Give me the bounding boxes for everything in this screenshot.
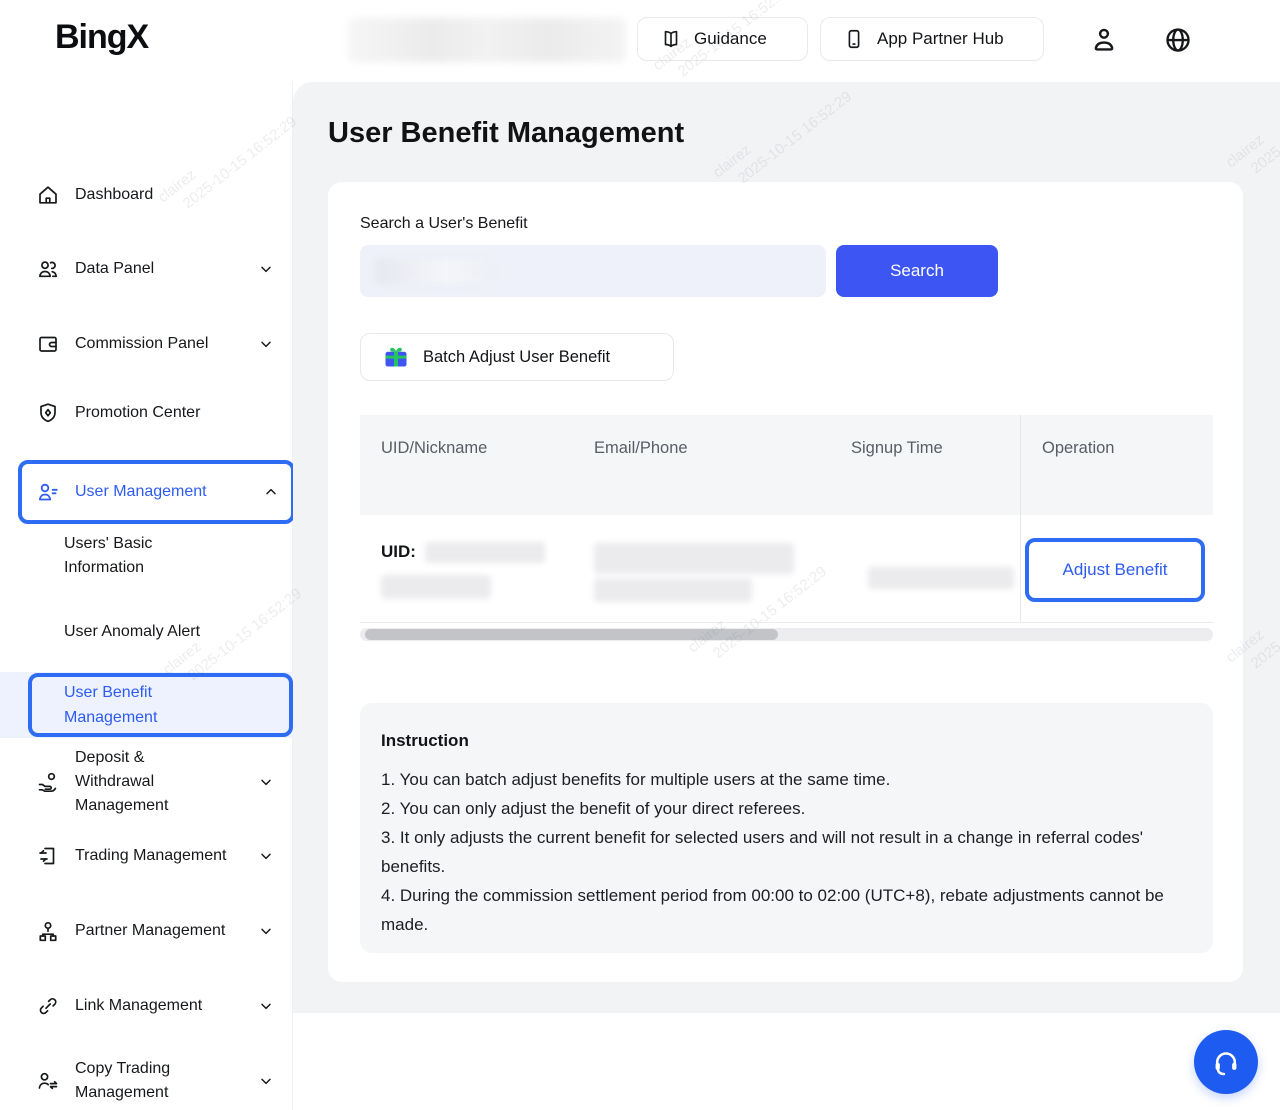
batch-adjust-button[interactable]: Batch Adjust User Benefit [360, 333, 674, 381]
instruction-item: 3. It only adjusts the current benefit f… [381, 823, 1173, 881]
benefit-card: Search a User's Benefit Search Batch Adj… [328, 182, 1243, 982]
sidebar-item-partner-management[interactable]: Partner Management [36, 919, 274, 943]
batch-adjust-label: Batch Adjust User Benefit [423, 348, 610, 367]
sidebar-subitem-user-benefit-management[interactable]: User Benefit Management [28, 673, 293, 737]
account-button[interactable] [1088, 24, 1120, 56]
chevron-down-icon [258, 774, 274, 790]
instruction-title: Instruction [381, 731, 1173, 751]
sidebar-subitem-label: User Anomaly Alert [64, 623, 200, 640]
sidebar-item-data-panel[interactable]: Data Panel [36, 257, 274, 281]
globe-icon [1163, 25, 1193, 55]
sidebar-item-label: Data Panel [75, 257, 243, 281]
user-swap-icon [36, 1069, 60, 1093]
instruction-panel: Instruction 1. You can batch adjust bene… [360, 703, 1213, 953]
users-icon [36, 257, 60, 281]
sidebar-item-commission-panel[interactable]: Commission Panel [36, 332, 274, 356]
redacted-email [594, 543, 794, 574]
sidebar-subitem-label: User Benefit Management [64, 680, 224, 730]
column-operation: Operation [1042, 439, 1114, 458]
sidebar-item-label: User Management [75, 483, 207, 501]
headset-icon [1210, 1046, 1242, 1078]
wallet-icon [36, 332, 60, 356]
scrollbar-thumb[interactable] [365, 629, 778, 640]
redacted-phone [594, 578, 752, 602]
sidebar-item-label: Promotion Center [75, 401, 274, 425]
instruction-item: 4. During the commission settlement peri… [381, 881, 1173, 939]
book-icon [660, 28, 682, 50]
link-icon [36, 994, 60, 1018]
column-email-phone: Email/Phone [594, 439, 688, 458]
app-partner-hub-button[interactable]: App Partner Hub [820, 17, 1044, 61]
chevron-down-icon [258, 1073, 274, 1089]
sidebar-item-user-management[interactable]: User Management [18, 460, 295, 524]
support-button[interactable] [1194, 1030, 1258, 1094]
language-button[interactable] [1162, 24, 1194, 56]
redacted-uid [425, 542, 545, 563]
chevron-up-icon [263, 484, 279, 500]
column-signup-time: Signup Time [851, 439, 943, 458]
table-row: UID: Adjust Benefit [360, 515, 1213, 622]
uid-prefix: UID: [381, 542, 416, 562]
sidebar-item-dashboard[interactable]: Dashboard [36, 183, 274, 207]
adjust-benefit-button[interactable]: Adjust Benefit [1025, 538, 1205, 602]
sidebar-item-trading-management[interactable]: Trading Management [36, 844, 274, 868]
page-title: User Benefit Management [328, 117, 684, 150]
row-divider [360, 622, 1213, 623]
home-icon [36, 183, 60, 207]
redacted-signup-time [868, 567, 1014, 589]
guidance-label: Guidance [694, 29, 767, 49]
sidebar-item-deposit-withdrawal[interactable]: Deposit & Withdrawal Management [36, 746, 274, 818]
guidance-button[interactable]: Guidance [637, 17, 808, 61]
hand-coin-icon [36, 770, 60, 794]
chevron-down-icon [258, 923, 274, 939]
instruction-item: 1. You can batch adjust benefits for mul… [381, 765, 1173, 794]
redacted-account-info [348, 18, 625, 62]
org-chart-icon [36, 919, 60, 943]
redacted-input-value [375, 259, 493, 284]
chevron-down-icon [258, 261, 274, 277]
sidebar-subitem-user-anomaly-alert[interactable]: User Anomaly Alert [64, 620, 200, 644]
shield-diamond-icon [36, 401, 60, 425]
instruction-item: 2. You can only adjust the benefit of yo… [381, 794, 1173, 823]
chevron-down-icon [258, 336, 274, 352]
operation-column-divider [1020, 415, 1021, 622]
sidebar-item-copy-trading[interactable]: Copy Trading Management [36, 1057, 274, 1105]
person-icon [1089, 25, 1119, 55]
sidebar-item-label: Trading Management [75, 844, 227, 868]
app-partner-hub-label: App Partner Hub [877, 29, 1004, 49]
sidebar-item-label: Deposit & Withdrawal Management [75, 746, 227, 818]
search-input[interactable] [360, 245, 826, 297]
mobile-phone-icon [843, 28, 865, 50]
redacted-nickname [381, 575, 491, 599]
horizontal-scrollbar[interactable] [360, 628, 1213, 641]
sidebar-item-label: Dashboard [75, 183, 274, 207]
sidebar-item-label: Copy Trading Management [75, 1057, 227, 1105]
column-uid-nickname: UID/Nickname [381, 439, 487, 458]
sidebar-item-label: Partner Management [75, 919, 227, 943]
search-section-label: Search a User's Benefit [360, 215, 528, 233]
search-button[interactable]: Search [836, 245, 998, 297]
trade-doc-icon [36, 844, 60, 868]
sidebar-item-link-management[interactable]: Link Management [36, 994, 274, 1018]
chevron-down-icon [258, 848, 274, 864]
bingx-logo: BingX [55, 18, 148, 57]
sidebar-item-label: Link Management [75, 994, 243, 1018]
sidebar-item-label: Commission Panel [75, 332, 243, 356]
table-header: UID/Nickname Email/Phone Signup Time Ope… [360, 415, 1213, 515]
chevron-down-icon [258, 998, 274, 1014]
sidebar-subitem-label: Users' Basic Information [64, 535, 152, 576]
sidebar: Dashboard Data Panel Commission Panel [0, 82, 293, 1110]
gift-icon [383, 344, 409, 370]
sidebar-item-promotion-center[interactable]: Promotion Center [36, 401, 274, 425]
adjust-benefit-label: Adjust Benefit [1063, 560, 1168, 580]
user-list-icon [36, 480, 60, 504]
sidebar-subitem-users-basic-information[interactable]: Users' Basic Information [64, 532, 204, 580]
app-window: BingX Guidance App Partner Hub [0, 0, 1280, 1110]
